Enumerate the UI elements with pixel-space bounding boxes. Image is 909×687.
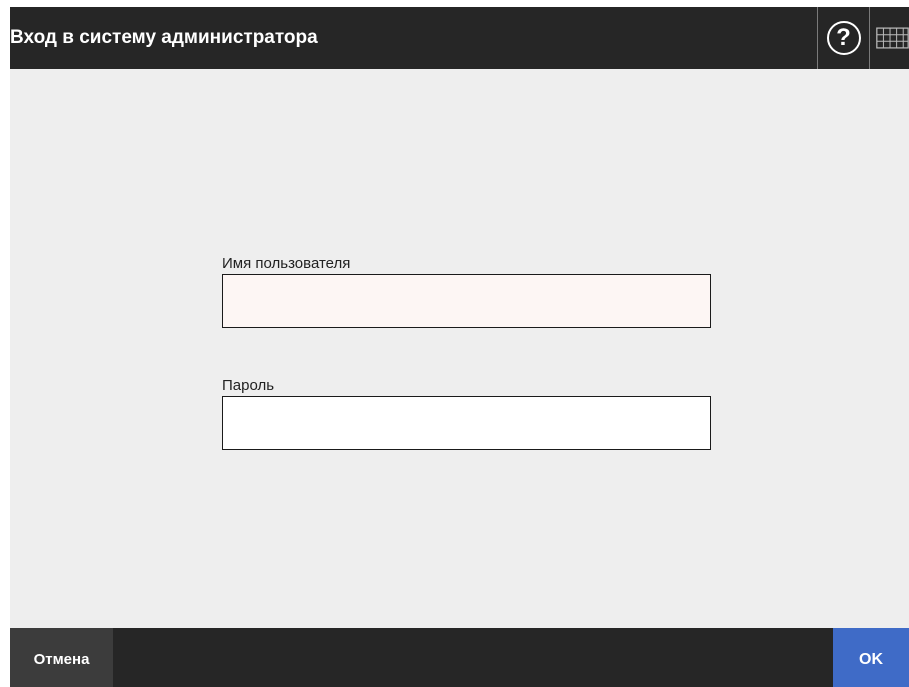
password-label: Пароль: [222, 377, 275, 394]
page-title: Вход в систему администратора: [10, 27, 318, 48]
action-bar: Отмена OK: [10, 628, 909, 687]
help-button[interactable]: ?: [817, 7, 870, 69]
keyboard-button[interactable]: [870, 7, 909, 69]
username-label: Имя пользователя: [222, 255, 351, 272]
username-input[interactable]: [222, 274, 711, 328]
help-icon: ?: [826, 21, 861, 55]
password-input[interactable]: [222, 396, 711, 450]
cancel-button[interactable]: Отмена: [10, 628, 113, 687]
keyboard-icon: [876, 27, 909, 49]
login-screen: Вход в систему администратора ? Имя поль…: [10, 7, 909, 687]
title-bar: Вход в систему администратора ?: [10, 7, 909, 69]
ok-button[interactable]: OK: [833, 628, 909, 687]
